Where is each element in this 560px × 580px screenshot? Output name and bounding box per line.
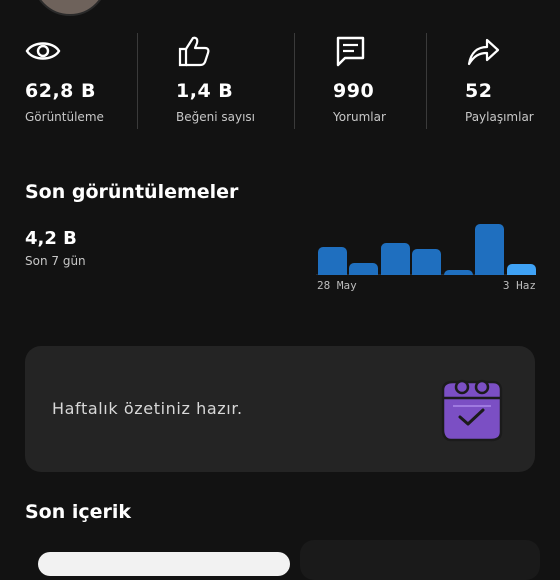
chart-bar[interactable] (380, 243, 410, 275)
stat-likes[interactable]: 1,4 B Beğeni sayısı (176, 30, 286, 130)
stat-shares-label: Paylaşımlar (465, 110, 534, 124)
eye-icon (25, 42, 61, 60)
stat-views[interactable]: 62,8 B Görüntüleme (25, 30, 135, 130)
stat-likes-label: Beğeni sayısı (176, 110, 255, 124)
recent-views-title: Son görüntülemeler (25, 181, 239, 203)
stat-shares[interactable]: 52 Paylaşımlar (465, 30, 560, 130)
stat-shares-value: 52 (465, 80, 493, 102)
recent-content-title: Son içerik (25, 501, 132, 523)
content-card-preview[interactable] (300, 540, 540, 580)
stat-comments-label: Yorumlar (333, 110, 386, 124)
content-tab-pill[interactable] (38, 552, 290, 576)
x-tick-label-end: 3 Haz (502, 279, 536, 292)
stat-likes-value: 1,4 B (176, 80, 234, 102)
weekly-summary-text: Haftalık özetiniz hazır. (52, 399, 243, 418)
views-bar-chart[interactable]: 28 May 3 Haz (316, 220, 538, 300)
thumbs-up-icon (178, 36, 210, 67)
chart-bar[interactable] (349, 263, 378, 275)
stat-comments[interactable]: 990 Yorumlar (333, 30, 423, 130)
weekly-summary-card[interactable]: Haftalık özetiniz hazır. (25, 346, 535, 472)
stat-views-label: Görüntüleme (25, 110, 104, 124)
divider (294, 33, 295, 129)
chart-bar[interactable] (475, 224, 504, 275)
comment-icon (336, 36, 365, 67)
stat-views-value: 62,8 B (25, 80, 96, 102)
divider (426, 33, 427, 129)
stats-row: 62,8 B Görüntüleme 1,4 B Beğeni sayısı 9… (0, 30, 560, 130)
recent-views-value: 4,2 B (25, 228, 77, 249)
divider (137, 33, 138, 129)
x-tick-label-start: 28 May (317, 279, 357, 292)
chart-bar[interactable] (506, 264, 536, 275)
chart-bar[interactable] (412, 249, 441, 275)
share-icon (467, 38, 500, 66)
chart-bar[interactable] (443, 270, 473, 275)
chart-bar[interactable] (317, 247, 347, 275)
stat-comments-value: 990 (333, 80, 375, 102)
calendar-check-icon (441, 379, 503, 442)
avatar[interactable] (32, 0, 108, 16)
recent-views-subtitle: Son 7 gün (25, 254, 86, 268)
